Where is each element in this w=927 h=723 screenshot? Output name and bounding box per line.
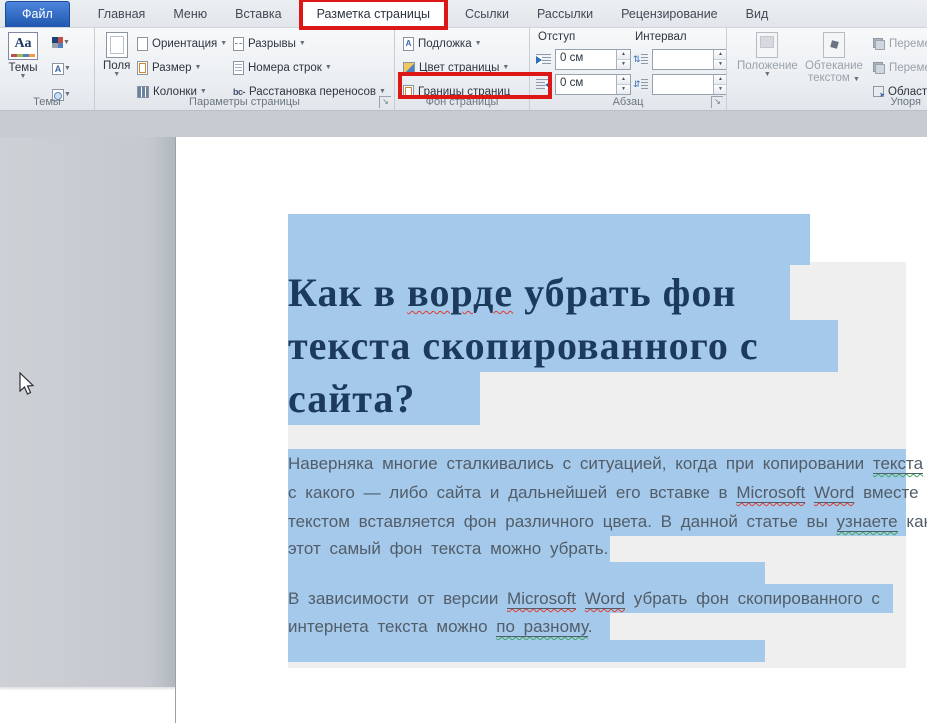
tab-page-layout[interactable]: Разметка страницы	[302, 1, 445, 27]
word-window: Файл Главная Меню Вставка Разметка стран…	[0, 0, 927, 723]
body-line-5[interactable]: В зависимости от версии Microsoft Word у…	[288, 584, 893, 613]
selection-block-bottom[interactable]	[288, 640, 765, 662]
selection-block-top[interactable]	[288, 214, 810, 265]
heading-line-3[interactable]: сайта?	[288, 372, 480, 425]
heading-line-2[interactable]: текста скопированного с	[288, 320, 838, 372]
mouse-cursor	[16, 372, 36, 396]
document-text-layer: Как в ворде убрать фонтекста скопированн…	[0, 0, 927, 723]
heading-line-1[interactable]: Как в ворде убрать фон	[288, 265, 790, 320]
body-line-3[interactable]: текстом вставляется фон различного цвета…	[288, 507, 906, 536]
selection-block-middle[interactable]	[288, 562, 765, 584]
body-line-4[interactable]: этот самый фон текста можно убрать.	[288, 536, 610, 562]
body-line-2[interactable]: с какого — либо сайта и дальнейшей его в…	[288, 478, 906, 507]
body-line-6[interactable]: интернета текста можно по разному.	[288, 613, 610, 640]
body-line-1[interactable]: Наверняка многие сталкивались с ситуацие…	[288, 449, 906, 478]
